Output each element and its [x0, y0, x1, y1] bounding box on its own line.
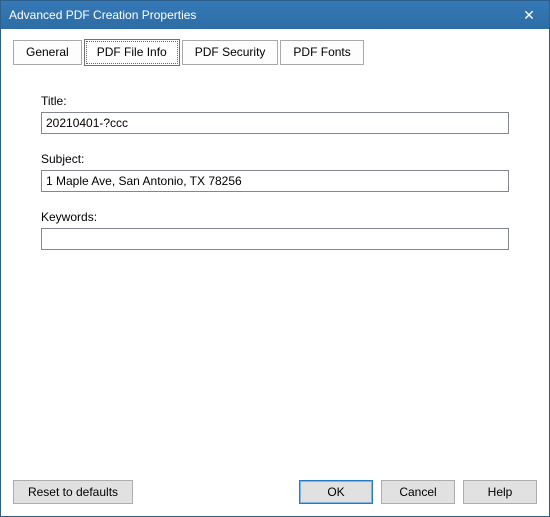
- field-title: Title:: [41, 94, 509, 134]
- keywords-input[interactable]: [41, 228, 509, 250]
- ok-button[interactable]: OK: [299, 480, 373, 504]
- tab-pdf-file-info[interactable]: PDF File Info: [84, 39, 180, 66]
- tab-panel-file-info: Title: Subject: Keywords:: [13, 66, 537, 462]
- tab-pdf-security[interactable]: PDF Security: [182, 40, 279, 65]
- cancel-button[interactable]: Cancel: [381, 480, 455, 504]
- field-subject: Subject:: [41, 152, 509, 192]
- help-button[interactable]: Help: [463, 480, 537, 504]
- tab-pdf-fonts[interactable]: PDF Fonts: [280, 40, 363, 65]
- button-bar: Reset to defaults OK Cancel Help: [1, 472, 549, 516]
- title-label: Title:: [41, 94, 509, 108]
- title-input[interactable]: [41, 112, 509, 134]
- close-icon: ✕: [523, 7, 535, 24]
- tab-general[interactable]: General: [13, 40, 82, 65]
- keywords-label: Keywords:: [41, 210, 509, 224]
- tab-strip: General PDF File Info PDF Security PDF F…: [13, 39, 537, 66]
- close-button[interactable]: ✕: [509, 1, 549, 29]
- reset-to-defaults-button[interactable]: Reset to defaults: [13, 480, 133, 504]
- dialog-window: Advanced PDF Creation Properties ✕ Gener…: [0, 0, 550, 517]
- field-keywords: Keywords:: [41, 210, 509, 250]
- subject-label: Subject:: [41, 152, 509, 166]
- client-area: General PDF File Info PDF Security PDF F…: [1, 29, 549, 472]
- subject-input[interactable]: [41, 170, 509, 192]
- window-title: Advanced PDF Creation Properties: [9, 8, 509, 22]
- titlebar: Advanced PDF Creation Properties ✕: [1, 1, 549, 29]
